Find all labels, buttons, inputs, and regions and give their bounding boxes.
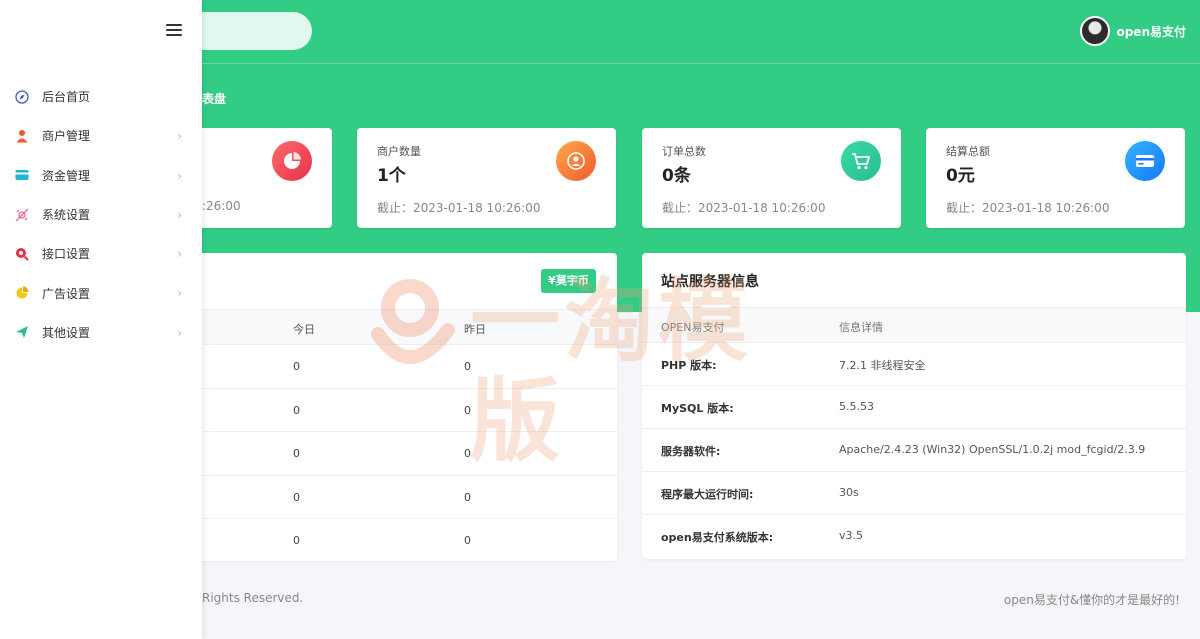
table-row: open易支付系统版本: v3.5 xyxy=(642,515,1186,558)
chevron-right-icon: › xyxy=(177,168,182,183)
sidebar-item-api-settings[interactable]: 接口设置 › xyxy=(0,234,202,273)
sidebar-menu: 后台首页 商户管理 › 资金管理 › 系统设置 › 接口设置 › 广告设置 › … xyxy=(0,77,202,352)
sidebar-item-label: 系统设置 xyxy=(42,208,91,223)
card-icon xyxy=(15,168,29,182)
stat-value: 1个 xyxy=(377,166,406,186)
table-cell: 0 xyxy=(464,360,471,373)
stat-value: 0条 xyxy=(662,166,691,186)
footer-slogan: open易支付&懂你的才是最好的! xyxy=(1003,593,1180,607)
cart-icon xyxy=(841,141,881,181)
table-header: OPEN易支付 信息详情 xyxy=(642,307,1186,343)
info-value: 30s xyxy=(839,486,859,499)
pie-icon xyxy=(15,286,29,300)
search-input[interactable] xyxy=(192,12,312,50)
avatar[interactable] xyxy=(1080,16,1111,46)
chevron-right-icon: › xyxy=(177,325,182,340)
stat-card-merchants: 商户数量 1个 截止：2023-01-18 10:26:00 xyxy=(357,128,616,228)
send-icon xyxy=(15,325,29,339)
pie-chart-icon xyxy=(272,141,312,181)
chevron-right-icon: › xyxy=(177,129,182,144)
table-row: 服务器软件: Apache/2.4.23 (Win32) OpenSSL/1.0… xyxy=(642,429,1186,472)
satellite-icon xyxy=(15,208,29,222)
sidebar-item-label: 资金管理 xyxy=(42,168,91,183)
table-cell: 0 xyxy=(293,490,300,504)
info-key: PHP 版本: xyxy=(661,359,717,372)
table-cell: 0 xyxy=(464,534,471,547)
table-cell: 0 xyxy=(464,403,471,417)
info-key: MySQL 版本: xyxy=(661,402,734,415)
table-row: PHP 版本: 7.2.1 非线程安全 xyxy=(642,343,1186,386)
stat-label: 商户数量 xyxy=(377,145,421,158)
stat-label: 订单总数 xyxy=(662,145,706,158)
sidebar-item-merchants[interactable]: 商户管理 › xyxy=(0,116,202,155)
table-row: MySQL 版本: 5.5.53 xyxy=(642,386,1186,429)
user-icon xyxy=(15,129,29,143)
chevron-right-icon: › xyxy=(177,286,182,301)
sidebar: 后台首页 商户管理 › 资金管理 › 系统设置 › 接口设置 › 广告设置 › … xyxy=(0,0,202,639)
sidebar-item-label: 广告设置 xyxy=(42,286,91,301)
column-header: 昨日 xyxy=(464,323,486,336)
table-cell: 0 xyxy=(464,490,471,504)
info-key: 服务器软件: xyxy=(661,445,721,458)
stat-label: 结算总额 xyxy=(946,145,990,158)
panel-title: 站点服务器信息 xyxy=(661,274,759,290)
column-header: 信息详情 xyxy=(839,321,883,334)
username[interactable]: open易支付 xyxy=(1116,23,1186,40)
table-cell: 0 xyxy=(293,447,300,460)
info-key: 程序最大运行时间: xyxy=(661,488,754,501)
page-title: 表盘 xyxy=(202,92,227,106)
column-header: 今日 xyxy=(293,323,315,336)
sidebar-item-home[interactable]: 后台首页 xyxy=(0,77,202,116)
table-cell: 0 xyxy=(464,447,471,460)
table-cell: 0 xyxy=(293,360,300,373)
currency-badge[interactable]: ¥莫宇币 xyxy=(541,269,596,293)
chevron-right-icon: › xyxy=(177,207,182,222)
footer-copyright: Rights Reserved. xyxy=(202,591,304,605)
info-key: open易支付系统版本: xyxy=(661,531,774,544)
info-value: Apache/2.4.23 (Win32) OpenSSL/1.0.2j mod… xyxy=(839,443,1146,456)
compass-icon xyxy=(15,89,29,104)
stat-value: 0元 xyxy=(946,166,975,186)
table-cell: 0 xyxy=(293,403,300,417)
sidebar-item-label: 商户管理 xyxy=(42,129,91,144)
sidebar-item-label: 后台首页 xyxy=(42,90,91,105)
info-value: v3.5 xyxy=(839,529,864,542)
stat-card-settlement: 结算总额 0元 截止：2023-01-18 10:26:00 xyxy=(926,128,1185,228)
sidebar-item-ad-settings[interactable]: 广告设置 › xyxy=(0,273,202,312)
table-row: 程序最大运行时间: 30s xyxy=(642,472,1186,515)
sidebar-item-label: 接口设置 xyxy=(42,247,91,262)
column-header: OPEN易支付 xyxy=(661,321,725,334)
sidebar-item-funds[interactable]: 资金管理 › xyxy=(0,156,202,195)
info-value: 7.2.1 非线程安全 xyxy=(839,359,926,372)
user-menu[interactable]: open易支付 xyxy=(1080,16,1186,46)
info-value: 5.5.53 xyxy=(839,400,874,413)
sidebar-item-label: 其他设置 xyxy=(42,325,91,340)
menu-toggle-icon[interactable] xyxy=(166,24,182,38)
stat-date: 截止：2023-01-18 10:26:00 xyxy=(946,201,1110,215)
sidebar-item-other-settings[interactable]: 其他设置 › xyxy=(0,313,202,352)
credit-card-icon xyxy=(1125,141,1165,181)
stat-date: 截止：2023-01-18 10:26:00 xyxy=(662,201,826,215)
chevron-right-icon: › xyxy=(177,247,182,262)
stat-card-orders: 订单总数 0条 截止：2023-01-18 10:26:00 xyxy=(642,128,901,228)
stat-date: :26:00 xyxy=(202,199,241,213)
table-cell: 0 xyxy=(293,534,300,547)
stat-date: 截止：2023-01-18 10:26:00 xyxy=(377,201,541,215)
plug-icon xyxy=(15,247,29,261)
user-circle-icon xyxy=(556,141,596,181)
server-info-panel: 站点服务器信息 OPEN易支付 信息详情 PHP 版本: 7.2.1 非线程安全… xyxy=(642,253,1186,559)
sidebar-item-system-settings[interactable]: 系统设置 › xyxy=(0,195,202,234)
